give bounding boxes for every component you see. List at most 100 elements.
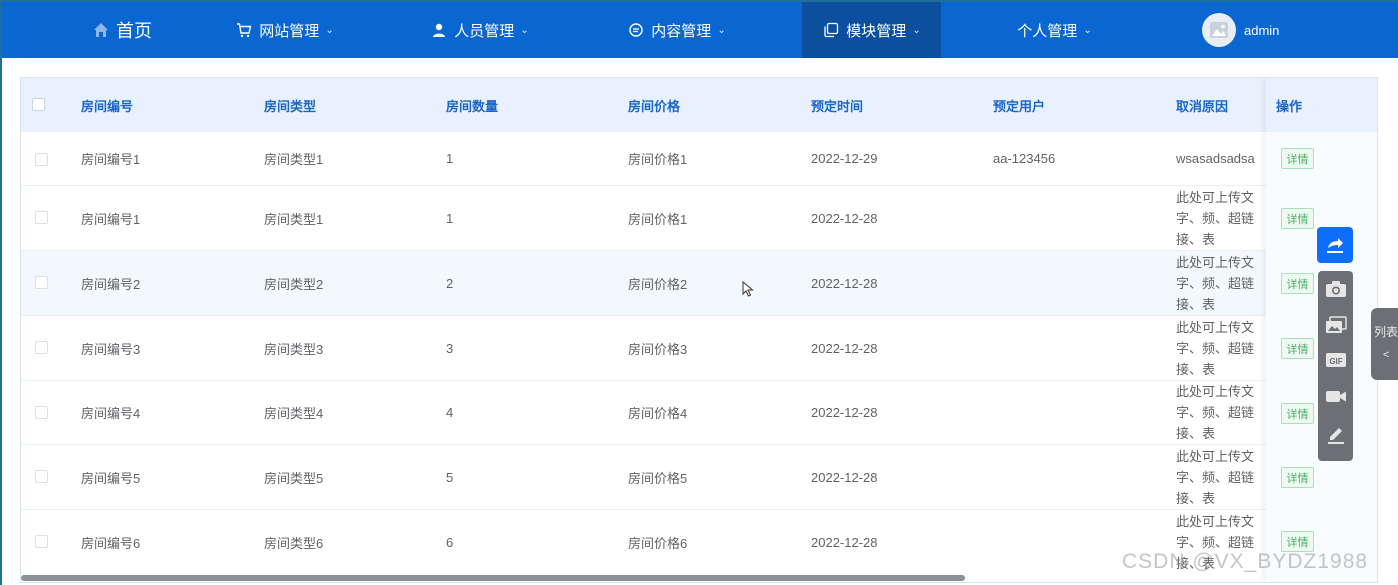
table-row: 房间编号2 房间类型2 2 房间价格2 2022-12-28 此处可上传文字、频… — [21, 251, 1377, 316]
cell-booking-user: aa-123456 — [993, 151, 1056, 166]
cell-booking-time: 2022-12-28 — [811, 275, 878, 291]
gif-icon[interactable]: GIF — [1318, 345, 1353, 375]
row-checkbox[interactable] — [35, 341, 48, 354]
top-navbar: 首页 网站管理 ⌄ 人员管理 ⌄ 内容管理 ⌄ 模块管理 ⌄ 个人管理 ⌄ ad… — [2, 2, 1398, 58]
avatar — [1202, 13, 1236, 47]
camera-icon[interactable] — [1318, 274, 1353, 304]
nav-content-manage[interactable]: 内容管理 ⌄ — [594, 2, 759, 58]
chevron-down-icon: ⌄ — [1083, 24, 1092, 36]
row-checkbox[interactable] — [35, 470, 48, 483]
cell-room-type: 房间类型6 — [264, 536, 324, 551]
nav-home[interactable]: 首页 — [62, 2, 182, 58]
cell-room-price: 房间价格1 — [628, 211, 688, 227]
cell-room-price: 房间价格1 — [628, 152, 688, 167]
cell-cancel-reason: 此处可上传文字、频、超链接、表 — [1176, 254, 1255, 312]
cell-room-price: 房间价格6 — [628, 536, 688, 551]
column-header[interactable]: 取消原因 — [1176, 78, 1228, 132]
cell-room-count: 4 — [446, 405, 454, 420]
nav-personal-manage[interactable]: 个人管理 ⌄ — [972, 2, 1137, 58]
select-all-checkbox[interactable] — [32, 98, 45, 111]
table-row: 房间编号4 房间类型4 4 房间价格4 2022-12-28 此处可上传文字、频… — [21, 381, 1377, 445]
cell-cancel-reason: 此处可上传文字、频、超链接、表 — [1176, 448, 1255, 506]
cell-room-count: 1 — [446, 151, 454, 166]
share-button[interactable] — [1317, 227, 1353, 263]
cell-room-count: 5 — [446, 469, 454, 485]
row-checkbox[interactable] — [35, 211, 48, 224]
detail-button[interactable]: 详情 — [1281, 273, 1314, 294]
cell-room-type: 房间类型5 — [264, 470, 324, 486]
table-row: 房间编号1 房间类型1 1 房间价格1 2022-12-28 此处可上传文字、频… — [21, 186, 1377, 251]
video-icon[interactable] — [1318, 381, 1353, 411]
horizontal-scrollbar[interactable] — [21, 575, 965, 581]
row-checkbox[interactable] — [35, 276, 48, 289]
chevron-left-icon: < — [1383, 349, 1390, 361]
watermark: CSDN @VX_BYDZ1988 — [1122, 550, 1369, 573]
chevron-down-icon: ⌄ — [717, 24, 726, 36]
cell-booking-time: 2022-12-28 — [811, 535, 878, 550]
cell-room-no: 房间编号2 — [81, 276, 141, 292]
cell-cancel-reason: 此处可上传文字、频、超链接、表 — [1176, 319, 1255, 377]
column-header[interactable]: 房间编号 — [81, 78, 133, 132]
cell-room-price: 房间价格3 — [628, 341, 688, 357]
share-icon — [1327, 238, 1343, 253]
nav-label: 网站管理 — [259, 22, 320, 40]
capture-toolbar: GIF — [1318, 271, 1353, 461]
table-header: 房间编号 房间类型 房间数量 房间价格 预定时间 预定用户 取消原因 — [21, 78, 1377, 132]
gallery-icon[interactable] — [1318, 310, 1353, 340]
row-checkbox[interactable] — [35, 153, 48, 166]
nav-label: 模块管理 — [846, 22, 907, 40]
nav-label: 内容管理 — [651, 22, 712, 40]
nav-module-manage[interactable]: 模块管理 ⌄ — [802, 2, 941, 58]
cell-cancel-reason: wsasadsadsa — [1176, 151, 1255, 166]
user-icon — [430, 21, 448, 39]
detail-button[interactable]: 详情 — [1281, 531, 1314, 552]
nav-label: 个人管理 — [1017, 22, 1078, 40]
cart-icon — [235, 21, 253, 39]
column-header[interactable]: 房间价格 — [628, 78, 680, 132]
cell-room-type: 房间类型1 — [264, 211, 324, 227]
cell-room-no: 房间编号5 — [81, 470, 141, 486]
nav-website-manage[interactable]: 网站管理 ⌄ — [202, 2, 367, 58]
pen-icon[interactable] — [1318, 419, 1353, 449]
user-menu[interactable]: admin — [1202, 2, 1322, 58]
cell-room-no: 房间编号3 — [81, 341, 141, 357]
detail-button[interactable]: 详情 — [1281, 338, 1314, 359]
cell-room-price: 房间价格4 — [628, 406, 688, 421]
cell-room-count: 2 — [446, 275, 454, 291]
cell-room-type: 房间类型3 — [264, 341, 324, 357]
cell-room-count: 3 — [446, 340, 454, 356]
column-header[interactable]: 预定时间 — [811, 78, 863, 132]
copy-icon — [822, 21, 840, 39]
column-header[interactable]: 房间类型 — [264, 78, 316, 132]
nav-staff-manage[interactable]: 人员管理 ⌄ — [397, 2, 562, 58]
nav-label: 人员管理 — [454, 22, 515, 40]
data-table: 房间编号 房间类型 房间数量 房间价格 预定时间 预定用户 取消原因 房间编号1… — [20, 77, 1378, 583]
detail-button[interactable]: 详情 — [1281, 467, 1314, 488]
detail-button[interactable]: 详情 — [1281, 208, 1314, 229]
column-header[interactable]: 预定用户 — [993, 78, 1045, 132]
cell-booking-time: 2022-12-28 — [811, 469, 878, 485]
cell-booking-time: 2022-12-28 — [811, 340, 878, 356]
row-checkbox[interactable] — [35, 535, 48, 548]
svg-text:GIF: GIF — [1329, 357, 1342, 366]
cell-booking-time: 2022-12-28 — [811, 210, 878, 226]
list-side-tab[interactable]: 列表 < — [1371, 308, 1398, 380]
row-checkbox[interactable] — [35, 406, 48, 419]
cell-booking-time: 2022-12-29 — [811, 151, 878, 166]
chat-icon — [627, 21, 645, 39]
cell-room-type: 房间类型4 — [264, 406, 324, 421]
table-row: 房间编号3 房间类型3 3 房间价格3 2022-12-28 此处可上传文字、频… — [21, 316, 1377, 381]
cell-room-count: 1 — [446, 210, 454, 226]
column-header[interactable]: 房间数量 — [446, 78, 498, 132]
home-icon — [92, 21, 110, 39]
detail-button[interactable]: 详情 — [1281, 148, 1314, 169]
image-icon — [1210, 22, 1228, 38]
cell-room-no: 房间编号4 — [81, 406, 141, 421]
cell-room-type: 房间类型1 — [264, 152, 324, 167]
cell-room-price: 房间价格5 — [628, 470, 688, 486]
cell-room-no: 房间编号6 — [81, 536, 141, 551]
chevron-down-icon: ⌄ — [912, 24, 921, 36]
cell-room-no: 房间编号1 — [81, 152, 141, 167]
detail-button[interactable]: 详情 — [1281, 403, 1314, 424]
username: admin — [1244, 22, 1280, 38]
